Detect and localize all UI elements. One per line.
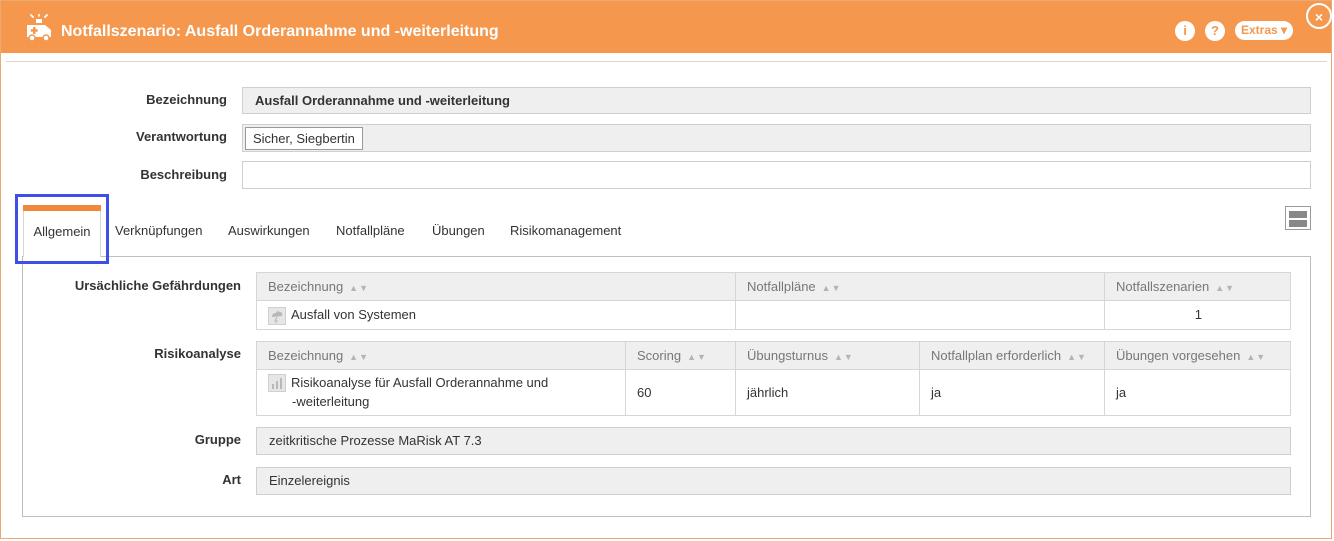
layout-toggle-icon[interactable] bbox=[1285, 206, 1311, 230]
gefaehrdungen-label: Ursächliche Gefährdungen bbox=[74, 278, 241, 293]
tab-panel: Ursächliche Gefährdungen Bezeichnung ▲▼ N… bbox=[22, 256, 1311, 517]
help-icon[interactable]: ? bbox=[1205, 21, 1225, 41]
risikoanalyse-scoring: 60 bbox=[626, 370, 736, 415]
column-header-scoring[interactable]: Scoring ▲▼ bbox=[626, 342, 736, 370]
art-value: Einzelereignis bbox=[269, 473, 350, 488]
gruppe-label: Gruppe bbox=[194, 432, 241, 447]
verantwortung-field[interactable] bbox=[242, 124, 1311, 152]
tab-risikomanagement[interactable]: Risikomanagement bbox=[510, 219, 621, 243]
gefaehrdung-notfallplaene bbox=[736, 301, 1105, 329]
active-tab-indicator bbox=[23, 205, 101, 211]
tab-notfallplaene[interactable]: Notfallpläne bbox=[336, 219, 405, 243]
extras-button[interactable]: Extras ▾ bbox=[1235, 21, 1293, 40]
window-title: Notfallszenario: Ausfall Orderannahme un… bbox=[61, 23, 499, 40]
gefaehrdungen-table: Bezeichnung ▲▼ Notfallpläne ▲▼ Notfallszen… bbox=[256, 272, 1291, 330]
close-icon[interactable]: × bbox=[1306, 3, 1332, 29]
column-header-uebungen-vorgesehen[interactable]: Übungen vorgesehen ▲▼ bbox=[1105, 342, 1290, 370]
column-header-notfallplan-erforderlich[interactable]: Notfallplan erforderlich ▲▼ bbox=[920, 342, 1105, 370]
bezeichnung-value: Ausfall Orderannahme und -weiterleitung bbox=[255, 93, 510, 108]
art-label: Art bbox=[222, 472, 241, 487]
gefaehrdung-notfallszenarien: 1 bbox=[1194, 307, 1202, 322]
risikoanalyse-bezeichnung-line1: Risikoanalyse für Ausfall Orderannahme u… bbox=[291, 375, 549, 390]
bezeichnung-field[interactable]: Ausfall Orderannahme und -weiterleitung bbox=[242, 87, 1311, 114]
gefaehrdung-bezeichnung: Ausfall von Systemen bbox=[291, 307, 417, 322]
art-field[interactable]: Einzelereignis bbox=[256, 467, 1291, 495]
beschreibung-label: Beschreibung bbox=[140, 167, 227, 182]
title-bar: Notfallszenario: Ausfall Orderannahme un… bbox=[1, 1, 1331, 53]
tab-uebungen[interactable]: Übungen bbox=[432, 219, 485, 243]
risikoanalyse-uebungen-vorgesehen: ja bbox=[1116, 385, 1127, 400]
column-header-bezeichnung[interactable]: Bezeichnung ▲▼ bbox=[257, 273, 736, 301]
separator bbox=[6, 61, 1327, 62]
verantwortung-person-tag[interactable]: Sicher, Siegbertin bbox=[245, 127, 363, 150]
verantwortung-label: Verantwortung bbox=[135, 129, 227, 144]
column-header-notfallplaene[interactable]: Notfallpläne ▲▼ bbox=[736, 273, 1105, 301]
dialog-window: Notfallszenario: Ausfall Orderannahme un… bbox=[0, 0, 1332, 539]
beschreibung-field[interactable] bbox=[242, 161, 1311, 189]
bar-chart-icon bbox=[268, 374, 286, 392]
column-header-uebungsturnus[interactable]: Übungsturnus ▲▼ bbox=[736, 342, 920, 370]
ambulance-icon bbox=[27, 14, 51, 42]
column-header-bezeichnung[interactable]: Bezeichnung ▲▼ bbox=[257, 342, 626, 370]
risikoanalyse-bezeichnung-line2: -weiterleitung bbox=[292, 394, 370, 409]
bezeichnung-label: Bezeichnung bbox=[146, 92, 227, 107]
risikoanalyse-table: Bezeichnung ▲▼ Scoring ▲▼ Übungsturnus ▲▼ N… bbox=[256, 341, 1291, 416]
risikoanalyse-label: Risikoanalyse bbox=[154, 346, 241, 361]
weather-storm-icon bbox=[268, 306, 286, 325]
info-icon[interactable]: i bbox=[1175, 21, 1195, 41]
risikoanalyse-uebungsturnus: jährlich bbox=[736, 370, 920, 415]
tab-auswirkungen[interactable]: Auswirkungen bbox=[228, 219, 310, 243]
tab-verknuepfungen[interactable]: Verknüpfungen bbox=[115, 219, 202, 243]
risikoanalyse-notfallplan-erforderlich: ja bbox=[920, 370, 1105, 415]
gruppe-field[interactable]: zeitkritische Prozesse MaRisk AT 7.3 bbox=[256, 427, 1291, 455]
gruppe-value: zeitkritische Prozesse MaRisk AT 7.3 bbox=[269, 433, 482, 448]
column-header-notfallszenarien[interactable]: Notfallszenarien ▲▼ bbox=[1105, 273, 1290, 301]
tab-allgemein-label: Allgemein bbox=[33, 224, 91, 239]
tab-allgemein[interactable]: Allgemein bbox=[23, 205, 101, 257]
